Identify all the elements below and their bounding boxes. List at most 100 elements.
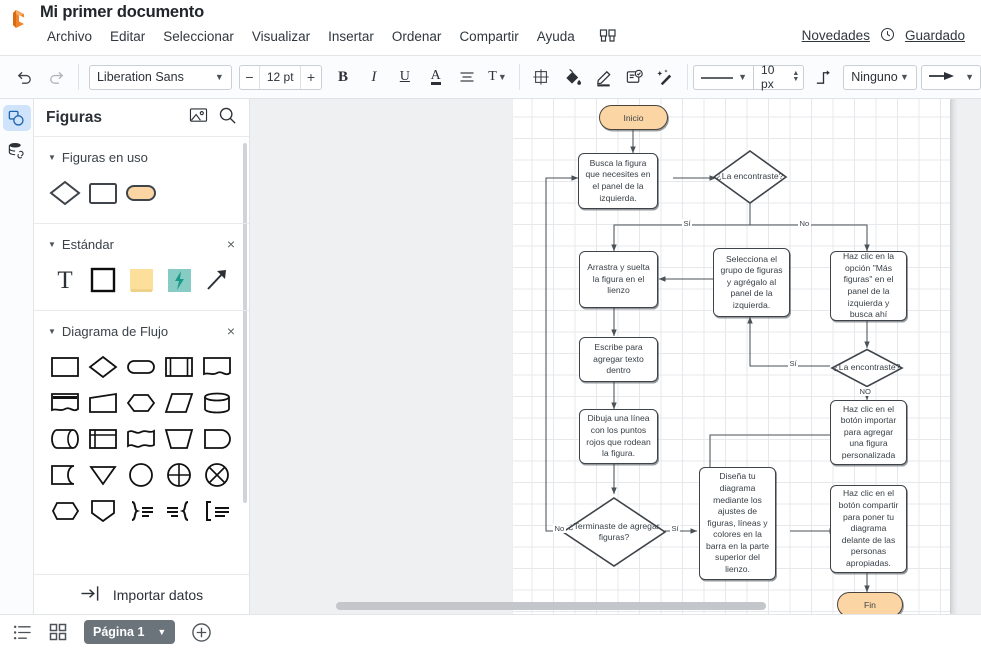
- novedades-link[interactable]: Novedades: [798, 26, 874, 45]
- flow-node-importar[interactable]: Haz clic en el botón importar para agreg…: [830, 400, 907, 465]
- shape-manual-input[interactable]: [84, 385, 122, 421]
- flow-node-disena[interactable]: Diseña tu diagrama mediante los ajustes …: [699, 467, 776, 580]
- rail-shapes-panel-icon[interactable]: [2, 105, 31, 131]
- menu-archivo[interactable]: Archivo: [38, 27, 101, 46]
- page-tab-pagina-1[interactable]: Página 1 ▼: [84, 620, 176, 644]
- font-family-select[interactable]: Liberation Sans ▼: [88, 64, 232, 90]
- rail-data-linking-icon[interactable]: [3, 137, 31, 163]
- bold-button[interactable]: B: [330, 63, 357, 91]
- flow-node-decision-1[interactable]: ¿La encontraste?: [712, 149, 788, 205]
- font-size-increase[interactable]: +: [301, 65, 321, 89]
- shape-manual-operation[interactable]: [160, 421, 198, 457]
- menu-editar[interactable]: Editar: [101, 27, 154, 46]
- shapes-panel-body[interactable]: ▼ Figuras en uso ▼ Estándar × T ▼ Diagra…: [34, 137, 249, 574]
- shape-arrow-diagonal[interactable]: [198, 262, 236, 298]
- shape-lightning-teal[interactable]: [160, 262, 198, 298]
- shape-data-parallelogram[interactable]: [160, 385, 198, 421]
- shape-rounded-pill-orange[interactable]: [122, 175, 160, 211]
- shape-document[interactable]: [198, 349, 236, 385]
- shape-display[interactable]: [198, 421, 236, 457]
- shape-wave-document[interactable]: [122, 421, 160, 457]
- shape-merge-triangle[interactable]: [84, 457, 122, 493]
- font-color-button[interactable]: A: [422, 63, 449, 91]
- flow-node-escribe[interactable]: Escribe para agregar texto dentro: [579, 337, 658, 382]
- flow-node-decision-2[interactable]: ¿La encontraste?: [830, 348, 904, 388]
- font-size-value[interactable]: 12 pt: [259, 65, 302, 89]
- shape-direct-access-storage[interactable]: [46, 421, 84, 457]
- flow-node-mas-figuras[interactable]: Haz clic en la opción "Más figuras" en e…: [830, 251, 907, 321]
- line-start-select[interactable]: Ninguno ▼: [843, 64, 917, 90]
- shape-internal-storage[interactable]: [84, 421, 122, 457]
- close-icon[interactable]: ×: [227, 237, 235, 251]
- section-header[interactable]: ▼ Diagrama de Flujo ×: [34, 321, 249, 341]
- shape-predefined-process[interactable]: [160, 349, 198, 385]
- list-view-icon[interactable]: [8, 620, 36, 644]
- shape-summing-junction[interactable]: [160, 457, 198, 493]
- shape-sticky-note-yellow[interactable]: [122, 262, 160, 298]
- font-size-stepper[interactable]: − 12 pt +: [238, 64, 322, 90]
- redo-arrow-icon[interactable]: [42, 63, 70, 91]
- menu-seleccionar[interactable]: Seleccionar: [154, 27, 243, 46]
- undo-arrow-icon[interactable]: [10, 63, 38, 91]
- chevron-down-icon[interactable]: ▼: [157, 627, 166, 637]
- apps-grid-icon[interactable]: [593, 26, 623, 46]
- flow-node-inicio[interactable]: Inicio: [599, 105, 668, 130]
- align-left-icon[interactable]: [453, 63, 480, 91]
- shape-diamond[interactable]: [46, 175, 84, 211]
- underline-button[interactable]: U: [391, 63, 418, 91]
- canvas-area[interactable]: Inicio Busca la figura que necesites en …: [250, 99, 981, 614]
- image-icon[interactable]: [189, 107, 208, 129]
- shape-stored-data[interactable]: [46, 457, 84, 493]
- shape-rectangle[interactable]: [84, 175, 122, 211]
- italic-button[interactable]: I: [360, 63, 387, 91]
- menu-ordenar[interactable]: Ordenar: [383, 27, 451, 46]
- menu-ayuda[interactable]: Ayuda: [528, 27, 584, 46]
- shape-text-T[interactable]: T: [46, 262, 84, 298]
- flow-node-compartir[interactable]: Haz clic en el botón compartir para pone…: [830, 485, 907, 573]
- shape-bracket-left[interactable]: [198, 493, 236, 529]
- text-options-button[interactable]: T ▼: [484, 63, 511, 91]
- search-icon[interactable]: [218, 106, 237, 130]
- flow-node-busca[interactable]: Busca la figura que necesites en el pane…: [578, 153, 658, 209]
- shape-brace-left[interactable]: [160, 493, 198, 529]
- flow-node-selecciona[interactable]: Selecciona el grupo de figuras y agrégal…: [713, 248, 790, 317]
- section-header[interactable]: ▼ Figuras en uso: [34, 147, 249, 167]
- shape-square[interactable]: [84, 262, 122, 298]
- shape-connector-circle[interactable]: [122, 457, 160, 493]
- flow-node-fin[interactable]: Fin: [837, 592, 903, 614]
- flow-node-dibuja[interactable]: Dibuja una línea con los puntos rojos qu…: [579, 409, 658, 464]
- line-width-spinner[interactable]: ▲ ▼: [792, 70, 799, 83]
- shape-terminator-pill[interactable]: [122, 349, 160, 385]
- shape-extract-pentagon[interactable]: [84, 493, 122, 529]
- close-icon[interactable]: ×: [227, 324, 235, 338]
- menu-visualizar[interactable]: Visualizar: [243, 27, 319, 46]
- grid-view-icon[interactable]: [44, 620, 72, 644]
- menu-compartir[interactable]: Compartir: [450, 27, 527, 46]
- font-size-decrease[interactable]: −: [239, 65, 260, 89]
- add-page-icon[interactable]: [191, 622, 212, 643]
- position-crosshair-icon[interactable]: [528, 63, 555, 91]
- spinner-down[interactable]: ▼: [792, 76, 799, 83]
- shape-or-circle[interactable]: [198, 457, 236, 493]
- line-end-select[interactable]: ▼: [920, 64, 981, 90]
- guardado-status[interactable]: Guardado: [901, 26, 969, 45]
- shape-preparation-hexagon[interactable]: [122, 385, 160, 421]
- section-header[interactable]: ▼ Estándar ×: [34, 234, 249, 254]
- theme-card-icon[interactable]: [621, 63, 648, 91]
- import-data-button[interactable]: Importar datos: [34, 574, 249, 614]
- shape-multi-document[interactable]: [46, 385, 84, 421]
- menu-insertar[interactable]: Insertar: [319, 27, 383, 46]
- paint-bucket-icon[interactable]: [559, 63, 586, 91]
- flow-node-arrastra[interactable]: Arrastra y suelta la figura en el lienzo: [579, 251, 658, 308]
- line-width-stepper[interactable]: 10 px ▲ ▼: [753, 63, 805, 91]
- line-style-select[interactable]: ▼: [693, 64, 754, 90]
- shape-database-cylinder[interactable]: [198, 385, 236, 421]
- shape-brace-right[interactable]: [122, 493, 160, 529]
- shape-process-rectangle[interactable]: [46, 349, 84, 385]
- shape-decision-diamond[interactable]: [84, 349, 122, 385]
- magic-wand-icon[interactable]: [652, 63, 679, 91]
- canvas-horizontal-scrollbar[interactable]: [336, 602, 766, 610]
- pencil-underline-icon[interactable]: [590, 63, 617, 91]
- lucid-logo-icon[interactable]: [8, 6, 34, 32]
- shape-delay-hexagon[interactable]: [46, 493, 84, 529]
